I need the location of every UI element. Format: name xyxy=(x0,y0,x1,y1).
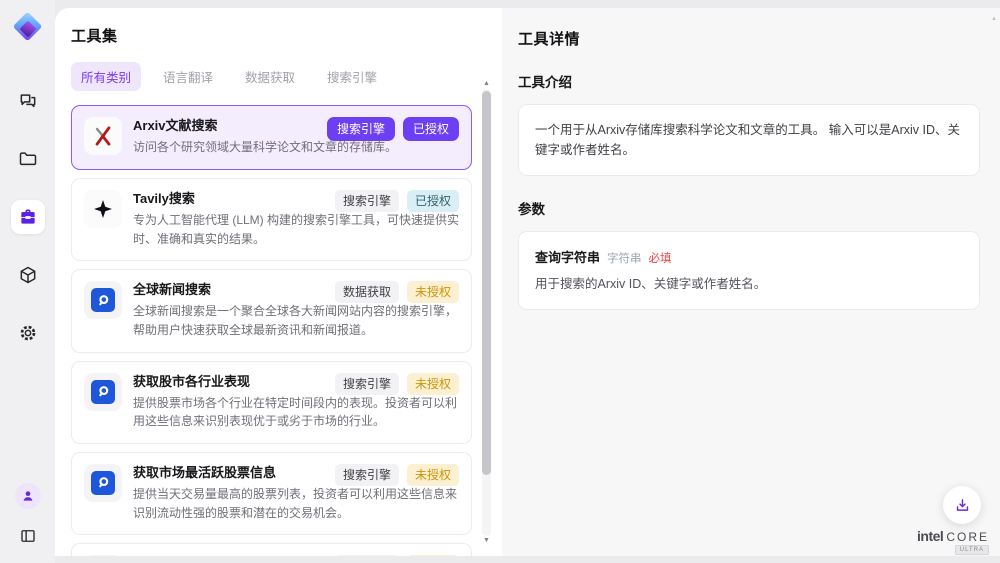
tool-card[interactable]: 万维地区新闻查询 查询具体行政区划内的新闻，快速了解各地新闻动 搜索引擎 未授权 xyxy=(71,543,472,556)
tool-description: 专为人工智能代理 (LLM) 构建的搜索引擎工具，可快速提供实时、准确和真实的结… xyxy=(133,211,459,248)
tavily-icon xyxy=(91,197,115,221)
tab-3[interactable]: 搜索引擎 xyxy=(317,62,387,91)
app-logo xyxy=(13,14,43,44)
tool-description: 提供当天交易量最高的股票列表，投资者可以利用这些信息来识别流动性强的股票和潜在的… xyxy=(133,485,459,522)
category-tabs: 所有类别语言翻译数据获取搜索引擎 xyxy=(71,62,472,91)
intro-heading: 工具介绍 xyxy=(518,71,980,91)
brand-ultra-badge: ultra xyxy=(955,545,989,555)
tab-0[interactable]: 所有类别 xyxy=(71,62,141,91)
cube-icon[interactable] xyxy=(11,258,45,292)
chat-icon[interactable] xyxy=(11,84,45,118)
download-icon xyxy=(954,497,971,514)
tool-description: 全球新闻搜索是一个聚合全球各大新闻网站内容的搜索引擎，帮助用户快速获取全球最新资… xyxy=(133,302,459,339)
tab-2[interactable]: 数据获取 xyxy=(235,62,305,91)
param-required-flag: 必填 xyxy=(649,250,672,266)
intro-text: 一个用于从Arxiv存储库搜索科学论文和文章的工具。 输入可以是Arxiv ID… xyxy=(535,120,963,160)
tool-card[interactable]: Tavily搜索 专为人工智能代理 (LLM) 构建的搜索引擎工具，可快速提供实… xyxy=(71,178,472,261)
tool-card[interactable]: Arxiv文献搜索 访问各个研究领域大量科学论文和文章的存储库。 搜索引擎 已授… xyxy=(71,105,472,170)
tool-category-badge: 搜索引擎 xyxy=(335,190,399,212)
page-title: 工具集 xyxy=(71,25,472,46)
tool-detail-panel: 工具详情 工具介绍 一个用于从Arxiv存储库搜索科学论文和文章的工具。 输入可… xyxy=(502,8,1000,556)
brand-intel: intel xyxy=(917,528,943,544)
tool-description: 提供股票市场各个行业在特定时间段内的表现。投资者可以利用这些信息来识别表现优于或… xyxy=(133,394,459,431)
param-header: 查询字符串 字符串 必填 xyxy=(535,247,963,266)
scroll-down-icon[interactable]: ▼ xyxy=(483,536,490,546)
param-type: 字符串 xyxy=(607,250,642,266)
user-avatar-icon[interactable] xyxy=(15,483,41,509)
intel-core-logo: intel core ultra xyxy=(917,528,989,555)
scroll-up-icon[interactable]: ▲ xyxy=(483,79,490,89)
tool-auth-badge: 已授权 xyxy=(407,190,459,212)
list-scrollbar[interactable]: ▲ ▼ xyxy=(480,79,493,546)
tool-auth-badge: 未授权 xyxy=(407,555,459,556)
tool-auth-badge: 未授权 xyxy=(407,373,459,395)
scrollbar-thumb[interactable] xyxy=(482,91,491,475)
collapse-panel-icon[interactable] xyxy=(13,521,43,551)
download-button[interactable] xyxy=(943,486,981,524)
arxiv-icon xyxy=(90,123,116,149)
tool-category-badge: 搜索引擎 xyxy=(327,117,395,141)
detail-scroll-hint-icon: ▲ xyxy=(991,16,997,22)
tool-category-badge: 搜索引擎 xyxy=(335,373,399,395)
tool-auth-badge: 未授权 xyxy=(407,281,459,303)
tab-1[interactable]: 语言翻译 xyxy=(153,62,223,91)
params-heading: 参数 xyxy=(518,198,980,218)
main-panel: 工具集 所有类别语言翻译数据获取搜索引擎 Arxiv文献搜索 访问各个研究领域大… xyxy=(55,8,1000,556)
detail-title: 工具详情 xyxy=(518,28,980,49)
tool-card[interactable]: 全球新闻搜索 全球新闻搜索是一个聚合全球各大新闻网站内容的搜索引擎，帮助用户快速… xyxy=(71,269,472,352)
scrollbar-track[interactable] xyxy=(482,89,491,536)
tool-auth-badge: 未授权 xyxy=(407,464,459,486)
tool-card[interactable]: 获取市场最活跃股票信息 提供当天交易量最高的股票列表，投资者可以利用这些信息来识… xyxy=(71,452,472,535)
sidebar xyxy=(0,0,55,563)
param-name: 查询字符串 xyxy=(535,247,600,266)
tool-category-badge: 搜索引擎 xyxy=(335,555,399,556)
tool-category-badge: 数据获取 xyxy=(335,281,399,303)
tool-list: Arxiv文献搜索 访问各个研究领域大量科学论文和文章的存储库。 搜索引擎 已授… xyxy=(71,105,472,556)
intro-card: 一个用于从Arxiv存储库搜索科学论文和文章的工具。 输入可以是Arxiv ID… xyxy=(518,104,980,176)
folder-icon[interactable] xyxy=(11,142,45,176)
news-search-icon xyxy=(91,380,115,404)
brand-core: core xyxy=(946,530,989,544)
param-description: 用于搜索的Arxiv ID、关键字或作者姓名。 xyxy=(535,275,963,294)
tool-category-badge: 搜索引擎 xyxy=(335,464,399,486)
sidebar-bottom xyxy=(13,483,43,551)
app-window: 工具集 所有类别语言翻译数据获取搜索引擎 Arxiv文献搜索 访问各个研究领域大… xyxy=(0,0,1000,563)
sidebar-nav xyxy=(11,84,45,350)
tool-card[interactable]: 获取股市各行业表现 提供股票市场各个行业在特定时间段内的表现。投资者可以利用这些… xyxy=(71,361,472,444)
tool-list-panel: 工具集 所有类别语言翻译数据获取搜索引擎 Arxiv文献搜索 访问各个研究领域大… xyxy=(55,8,502,556)
news-search-icon xyxy=(91,471,115,495)
tool-auth-badge: 已授权 xyxy=(403,117,459,141)
param-card: 查询字符串 字符串 必填 用于搜索的Arxiv ID、关键字或作者姓名。 xyxy=(518,231,980,310)
toolbox-icon[interactable] xyxy=(11,200,45,234)
gear-icon[interactable] xyxy=(11,316,45,350)
news-search-icon xyxy=(91,288,115,312)
